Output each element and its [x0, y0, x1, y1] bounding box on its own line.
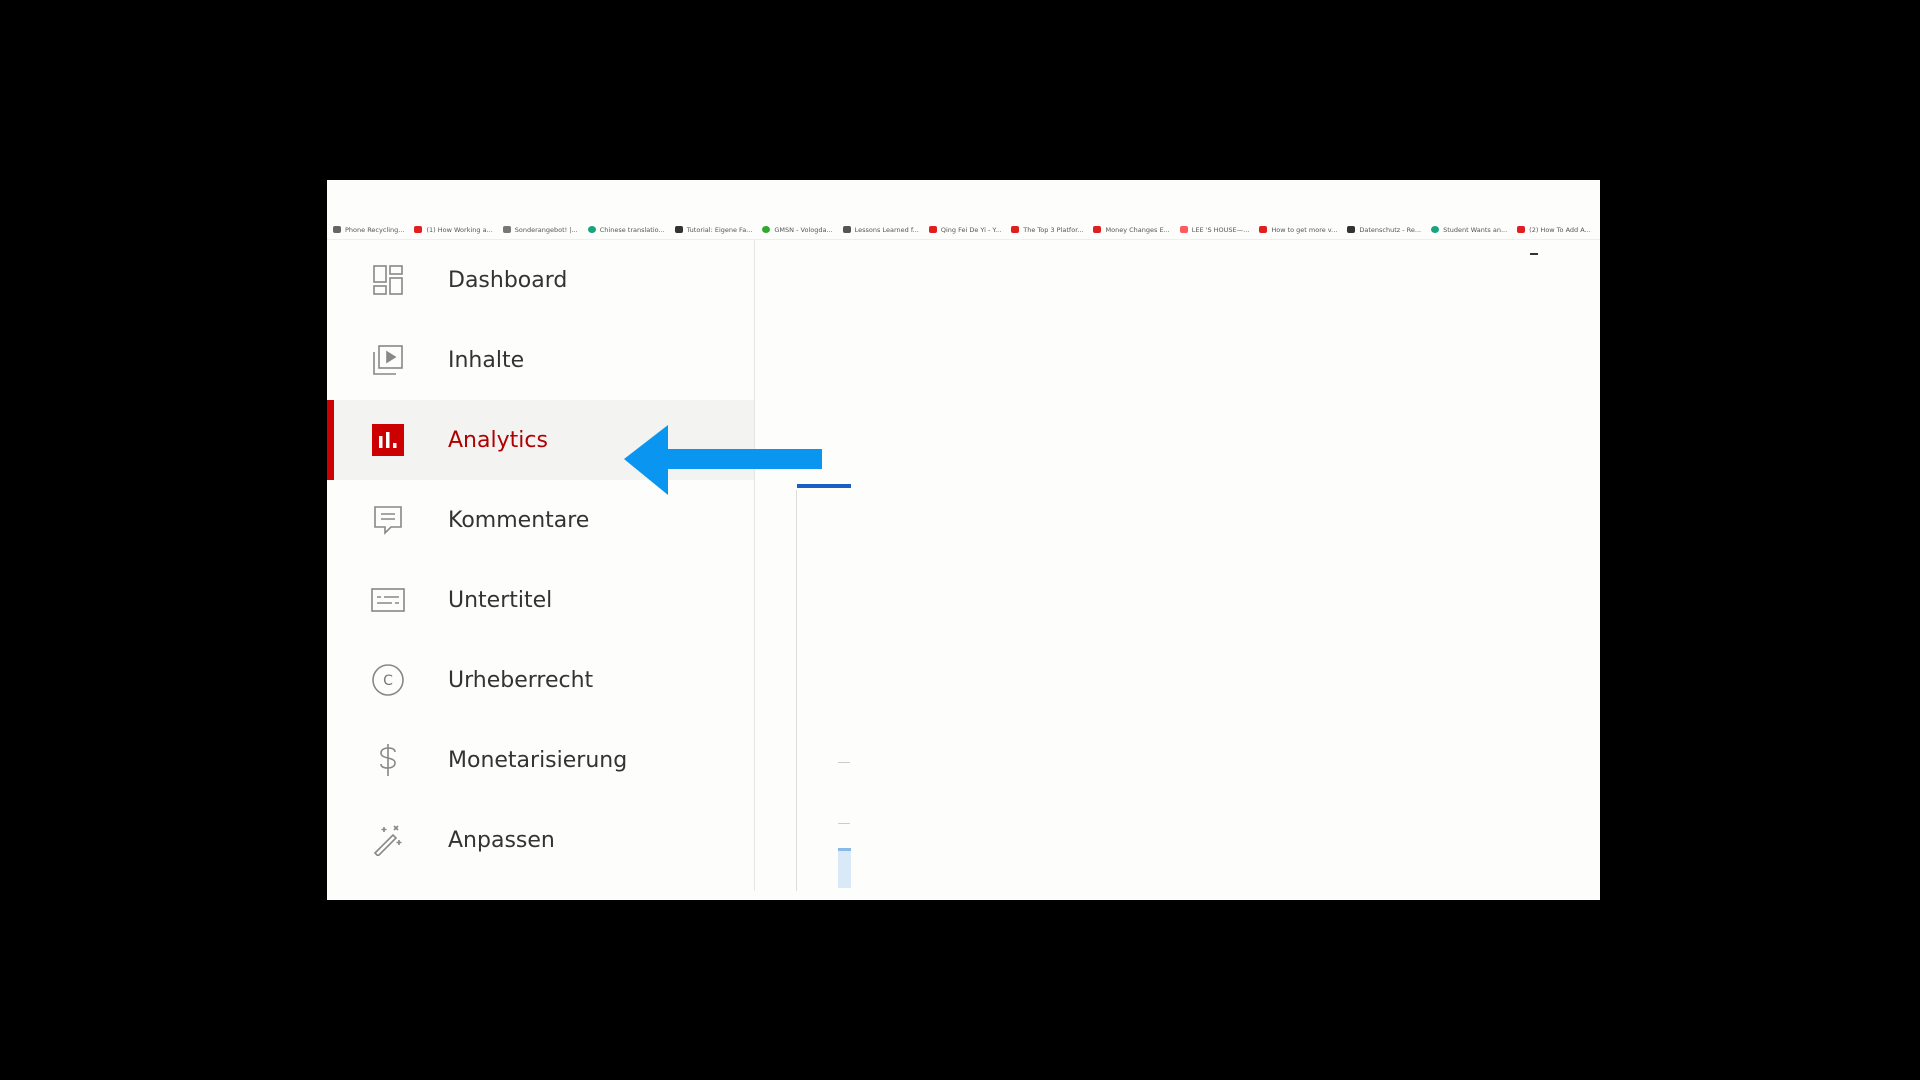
bookmark-label: Tutorial: Eigene Fa...: [686, 225, 753, 234]
bookmark-label: Qing Fei De Yi - Y...: [940, 225, 1002, 234]
bookmark-label: LEE 'S HOUSE—...: [1191, 225, 1250, 234]
magic-wand-icon: [371, 823, 405, 857]
bookmark-label: Student Wants an...: [1443, 225, 1508, 234]
sidebar-item-urheberrecht[interactable]: C Urheberrecht: [327, 640, 754, 720]
dashboard-icon: [371, 263, 405, 297]
bookmark[interactable]: Student Wants an...: [1431, 226, 1507, 234]
chart-gridline: [838, 762, 850, 763]
chart-gridline: [838, 823, 850, 824]
bookmark[interactable]: Money Changes E...: [1093, 225, 1170, 234]
sidebar-item-monetarisierung[interactable]: Monetarisierung: [327, 720, 754, 800]
bookmark[interactable]: Chinese translatio...: [587, 225, 665, 234]
link-icon: [842, 226, 851, 233]
bookmark[interactable]: Phone Recycling...: [333, 226, 404, 234]
sidebar-item-label: Kommentare: [448, 507, 590, 533]
svg-text:C: C: [383, 673, 393, 689]
bookmark[interactable]: (2) How To Add A...: [1517, 226, 1591, 234]
chart-axis: [796, 490, 797, 891]
sidebar-item-dashboard[interactable]: Dashboard: [327, 240, 754, 320]
bookmark-label: (2) How To Add A...: [1529, 225, 1591, 234]
bookmark-label: How to get more v...: [1271, 225, 1338, 234]
circle-icon: [1431, 226, 1440, 233]
hash-icon: [674, 226, 683, 233]
youtube-icon: [1517, 226, 1526, 233]
sidebar-item-label: Untertitel: [448, 587, 553, 613]
bookmark-label: Chinese translatio...: [599, 225, 665, 234]
comments-icon: [371, 503, 405, 537]
minimize-icon[interactable]: [1530, 253, 1538, 255]
bookmark[interactable]: (1) How Working a...: [414, 225, 493, 234]
openai-icon: [587, 226, 596, 233]
sidebar-item-label: Urheberrecht: [448, 667, 594, 693]
search-icon: [333, 226, 341, 233]
bookmark-label: Datenschutz - Re...: [1359, 225, 1422, 234]
chart-area: [838, 848, 851, 888]
bookmark-label: Sonderangebot! |...: [514, 225, 578, 234]
sidebar-item-label: Analytics: [448, 427, 548, 453]
bookmark[interactable]: Datenschutz - Re...: [1347, 226, 1421, 234]
bookmark[interactable]: LEE 'S HOUSE—...: [1179, 225, 1250, 234]
circle-icon: [762, 226, 771, 233]
bookmark-label: GMSN - Vologda...: [774, 225, 833, 234]
bookmark[interactable]: The Top 3 Platfor...: [1011, 226, 1083, 234]
sidebar: Dashboard Inhalte Analytics Kommentare U…: [327, 240, 755, 891]
analytics-icon: [371, 423, 405, 457]
bookmark[interactable]: Tutorial: Eigene Fa...: [674, 225, 753, 234]
bookmark-label: (1) How Working a...: [426, 225, 493, 234]
bookmark[interactable]: Sonderangebot! |...: [502, 225, 578, 234]
youtube-icon: [414, 226, 423, 233]
bookmark[interactable]: Qing Fei De Yi - Y...: [928, 225, 1002, 234]
content-icon: [371, 343, 405, 377]
bookmark-label: Phone Recycling...: [345, 225, 405, 234]
bookmark-label: Money Changes E...: [1105, 225, 1170, 234]
dollar-icon: [371, 743, 405, 777]
youtube-icon: [1011, 226, 1020, 233]
youtube-icon: [928, 226, 937, 233]
airbnb-icon: [1179, 226, 1188, 233]
sidebar-item-label: Anpassen: [448, 827, 555, 853]
bookmark[interactable]: Lessons Learned f...: [842, 225, 919, 234]
sidebar-item-inhalte[interactable]: Inhalte: [327, 320, 754, 400]
youtube-icon: [1259, 226, 1268, 233]
sidebar-item-anpassen[interactable]: Anpassen: [327, 800, 754, 880]
globe-icon: [502, 226, 511, 233]
bookmark[interactable]: GMSN - Vologda...: [762, 225, 833, 234]
sidebar-item-label: Inhalte: [448, 347, 525, 373]
bookmark-label: Lessons Learned f...: [854, 225, 919, 234]
sidebar-item-label: Dashboard: [448, 267, 568, 293]
arrow-left-icon: [624, 425, 822, 495]
bookmarks-bar: Phone Recycling... (1) How Working a... So…: [327, 180, 1600, 240]
subtitles-icon: [371, 583, 405, 617]
sidebar-item-untertitel[interactable]: Untertitel: [327, 560, 754, 640]
sidebar-item-label: Monetarisierung: [448, 747, 628, 773]
browser-window: Phone Recycling... (1) How Working a... So…: [327, 180, 1600, 900]
copyright-icon: C: [371, 663, 405, 697]
bookmark-label: The Top 3 Platfor...: [1023, 225, 1084, 234]
youtube-icon: [1093, 226, 1102, 233]
page-icon: [1347, 226, 1356, 233]
bookmark[interactable]: How to get more v...: [1259, 226, 1337, 234]
